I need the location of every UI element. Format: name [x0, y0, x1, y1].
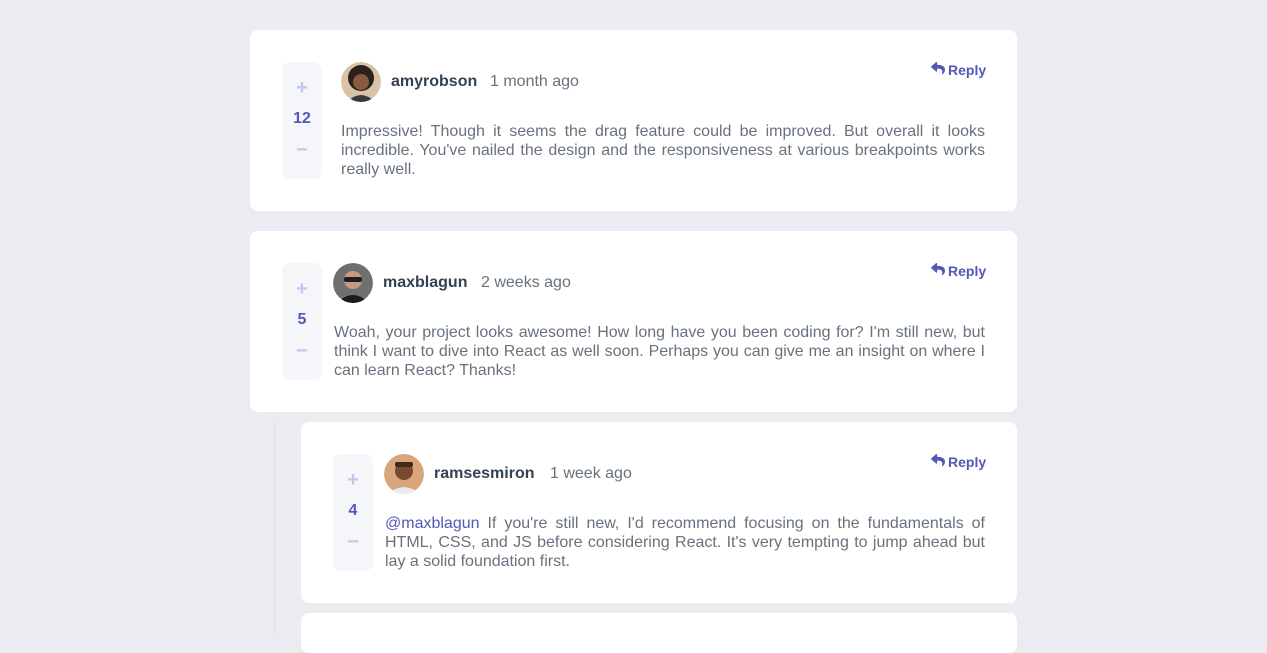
timestamp: 1 week ago [550, 465, 632, 482]
vote-box: + 4 − [333, 454, 373, 571]
reply-button[interactable]: Reply [931, 262, 986, 280]
downvote-button[interactable]: − [296, 341, 308, 361]
avatar [333, 263, 373, 303]
reply-icon [931, 453, 945, 471]
vote-box: + 5 − [282, 263, 322, 380]
comment-text: Impressive! Though it seems the drag fea… [341, 123, 985, 178]
score: 12 [293, 110, 311, 127]
score: 5 [297, 311, 307, 328]
upvote-button[interactable]: + [296, 279, 308, 299]
timestamp: 1 month ago [490, 73, 579, 90]
reply-button[interactable]: Reply [931, 453, 986, 471]
reply-card [301, 613, 1017, 653]
comment-card: + 5 − maxblagun 2 weeks ago Reply Woah, … [250, 231, 1017, 412]
reply-label: Reply [948, 62, 987, 78]
reply-icon [931, 262, 945, 280]
avatar [384, 454, 424, 494]
upvote-button[interactable]: + [296, 78, 308, 98]
reply-button[interactable]: Reply [931, 61, 986, 79]
downvote-button[interactable]: − [347, 532, 359, 552]
comment-text: Woah, your project looks awesome! How lo… [334, 324, 985, 379]
username[interactable]: amyrobson [391, 72, 477, 92]
timestamp: 2 weeks ago [481, 274, 571, 291]
reply-label: Reply [948, 263, 987, 279]
mention-link[interactable]: @maxblagun [385, 515, 480, 532]
username[interactable]: maxblagun [383, 273, 467, 293]
avatar [341, 62, 381, 102]
upvote-button[interactable]: + [347, 470, 359, 490]
reply-icon [931, 61, 945, 79]
comment-card: + 12 − amyrobson 1 month ago Reply Impre… [250, 30, 1017, 211]
reply-thread-line [274, 422, 276, 633]
score: 4 [348, 502, 358, 519]
vote-box: + 12 − [282, 62, 322, 179]
downvote-button[interactable]: − [296, 140, 308, 160]
comment-text: @maxblagun If you're still new, I'd reco… [385, 514, 985, 571]
reply-card: + 4 − ramsesmiron 1 week ago Reply @maxb… [301, 422, 1017, 603]
username[interactable]: ramsesmiron [434, 464, 535, 484]
reply-label: Reply [948, 454, 987, 470]
